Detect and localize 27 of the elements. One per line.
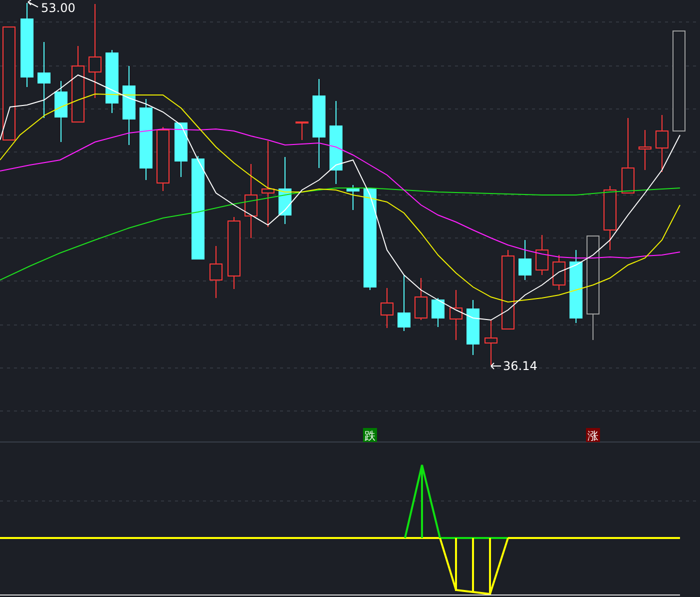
candlestick <box>156 126 170 192</box>
candlestick <box>398 274 410 332</box>
candlestick <box>638 130 652 170</box>
candlestick <box>656 114 668 172</box>
candlestick <box>346 184 360 210</box>
candlestick <box>174 122 188 178</box>
candlestick <box>380 288 394 328</box>
candlestick <box>552 254 566 290</box>
candlestick <box>106 50 118 114</box>
high-price-label: 53.00 <box>41 1 76 15</box>
signal-badge: 涨 <box>586 428 600 442</box>
candlestick <box>466 300 480 356</box>
candlestick <box>484 320 498 366</box>
leader-arrow-icon <box>490 362 502 370</box>
candlestick <box>296 122 308 140</box>
candlestick <box>432 298 444 328</box>
leader-arrow-icon <box>28 0 38 8</box>
candlestick <box>278 156 292 224</box>
candlestick <box>518 240 532 280</box>
candlestick <box>536 234 548 276</box>
candlestick <box>54 80 68 142</box>
candlestick <box>450 290 462 340</box>
signal-badge: 跌 <box>363 428 377 442</box>
candlestick <box>210 246 222 298</box>
low-price-label: 36.14 <box>503 359 538 373</box>
candlestick <box>604 186 616 250</box>
candlestick <box>414 278 428 320</box>
